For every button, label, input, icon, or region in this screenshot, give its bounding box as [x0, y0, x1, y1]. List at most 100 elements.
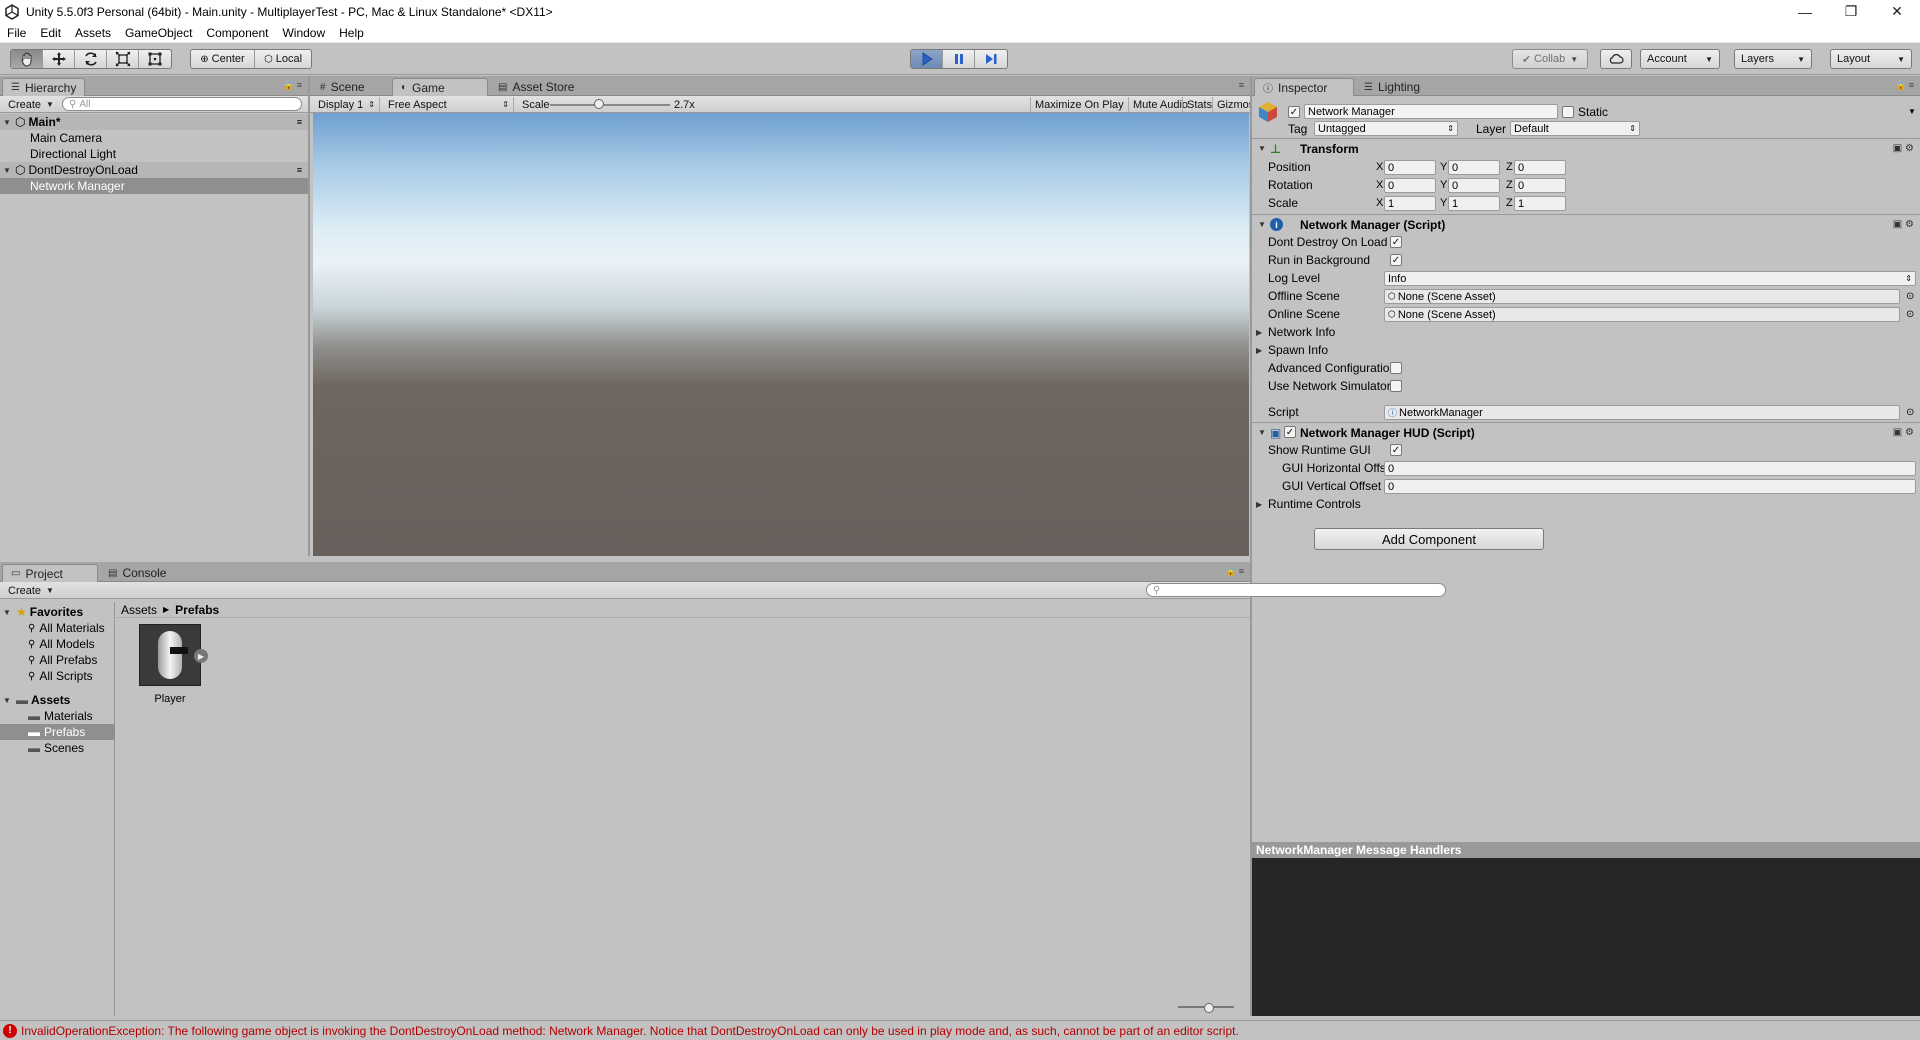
rect-tool-button[interactable] [139, 50, 171, 68]
favorite-item[interactable]: ⚲ All Prefabs [0, 652, 115, 668]
gui-vertical-offset-input[interactable]: 0 [1384, 479, 1916, 494]
hierarchy-search-input[interactable]: ⚲ All [62, 97, 302, 111]
folder-item-selected[interactable]: ▬ Prefabs [0, 724, 115, 740]
tab-console[interactable]: ▤ Console [100, 564, 174, 582]
object-picker-icon[interactable]: ⊙ [1906, 291, 1914, 302]
zoom-slider-knob[interactable] [1204, 1003, 1214, 1013]
pivot-local-button[interactable]: ⬡ Local [255, 50, 311, 68]
tab-hierarchy[interactable]: ☰ Hierarchy [2, 78, 86, 96]
menu-component[interactable]: Component [199, 26, 275, 40]
favorite-item[interactable]: ⚲ All Models [0, 636, 115, 652]
hierarchy-item-selected[interactable]: Network Manager [0, 178, 308, 194]
lock-icon[interactable]: 🔒 ≡ [1225, 566, 1244, 577]
active-checkbox[interactable]: ✓ [1288, 106, 1300, 118]
favorites-header[interactable]: ▼ ★ Favorites [0, 604, 115, 620]
pause-button[interactable] [943, 50, 975, 68]
scene-menu-icon[interactable]: ≡ [297, 165, 302, 175]
folder-item[interactable]: ▬ Scenes [0, 740, 115, 756]
chevron-down-icon[interactable]: ▼ [1908, 107, 1916, 116]
close-button[interactable]: ✕ [1874, 0, 1920, 23]
step-button[interactable] [975, 50, 1007, 68]
tab-scene[interactable]: # Scene [312, 78, 373, 96]
display-dropdown[interactable]: Display 1 ⇕ [314, 97, 380, 112]
scene-menu-icon[interactable]: ≡ [297, 117, 302, 127]
move-tool-button[interactable] [43, 50, 75, 68]
gui-horizontal-offset-input[interactable]: 0 [1384, 461, 1916, 476]
position-x-input[interactable]: 0 [1384, 160, 1436, 175]
component-settings-icon[interactable]: ▣ ⚙ [1893, 143, 1914, 154]
layout-dropdown[interactable]: Layout ▼ [1830, 49, 1912, 69]
menu-gameobject[interactable]: GameObject [118, 26, 199, 40]
breadcrumb-item[interactable]: Prefabs [175, 603, 219, 617]
network-info-foldout[interactable]: ▶ Network Info [1252, 323, 1920, 341]
scale-x-input[interactable]: 1 [1384, 196, 1436, 211]
account-dropdown[interactable]: Account ▼ [1640, 49, 1720, 69]
collab-dropdown[interactable]: ✔ Collab ▼ [1512, 49, 1588, 69]
breadcrumb-item[interactable]: Assets [121, 603, 157, 617]
object-name-input[interactable]: Network Manager [1304, 104, 1558, 119]
maximize-on-play-toggle[interactable]: Maximize On Play [1030, 97, 1128, 112]
maximize-button[interactable]: ❐ [1828, 0, 1874, 23]
menu-edit[interactable]: Edit [33, 26, 68, 40]
scale-tool-button[interactable] [107, 50, 139, 68]
component-settings-icon[interactable]: ▣ ⚙ [1893, 219, 1914, 230]
pivot-center-button[interactable]: ⊕ Center [191, 50, 255, 68]
scene-row-dontdestroyonload[interactable]: ▼ ⬡ DontDestroyOnLoad ≡ [0, 162, 308, 178]
menu-file[interactable]: File [0, 26, 33, 40]
show-runtime-gui-checkbox[interactable]: ✓ [1390, 444, 1402, 456]
favorite-item[interactable]: ⚲ All Scripts [0, 668, 115, 684]
hierarchy-create-button[interactable]: Create ▼ [4, 97, 58, 112]
folder-item[interactable]: ▬ Materials [0, 708, 115, 724]
collab-button[interactable]: ✔ Collab ▼ [1513, 50, 1587, 68]
position-z-input[interactable]: 0 [1514, 160, 1566, 175]
scale-slider-knob[interactable] [594, 99, 605, 109]
offline-scene-field[interactable]: ⬡ None (Scene Asset) [1384, 289, 1900, 304]
menu-window[interactable]: Window [275, 26, 332, 40]
hierarchy-item[interactable]: Directional Light [0, 146, 308, 162]
assets-header[interactable]: ▼ ▬ Assets [0, 692, 115, 708]
object-picker-icon[interactable]: ⊙ [1906, 407, 1914, 418]
menu-assets[interactable]: Assets [68, 26, 118, 40]
spawn-info-foldout[interactable]: ▶ Spawn Info [1252, 341, 1920, 359]
project-search-input[interactable]: ⚲ [1146, 583, 1446, 597]
tab-inspector[interactable]: ⓘ Inspector [1254, 78, 1354, 96]
rotation-z-input[interactable]: 0 [1514, 178, 1566, 193]
asset-tile[interactable]: ▶ Player [130, 624, 210, 705]
minimize-button[interactable]: — [1782, 0, 1828, 23]
runtime-controls-foldout[interactable]: ▶ Runtime Controls [1252, 495, 1920, 513]
hierarchy-item[interactable]: Main Camera [0, 130, 308, 146]
gizmos-dropdown[interactable]: Gizmos [1212, 97, 1254, 112]
rotation-y-input[interactable]: 0 [1448, 178, 1500, 193]
scale-y-input[interactable]: 1 [1448, 196, 1500, 211]
rotate-tool-button[interactable] [75, 50, 107, 68]
message-handlers-header[interactable]: NetworkManager Message Handlers [1252, 842, 1920, 858]
menu-icon[interactable]: ≡ [1239, 80, 1244, 90]
tab-game[interactable]: ◐ Game [392, 78, 488, 96]
stats-toggle[interactable]: Stats [1182, 97, 1216, 112]
hud-enabled-checkbox[interactable]: ✓ [1284, 426, 1296, 438]
tab-project[interactable]: ▭ Project [2, 564, 98, 582]
online-scene-field[interactable]: ⬡ None (Scene Asset) [1384, 307, 1900, 322]
account-button[interactable]: Account ▼ [1641, 50, 1719, 68]
tag-dropdown[interactable]: Untagged ⇕ [1314, 121, 1458, 136]
cloud-button[interactable] [1601, 50, 1631, 68]
static-checkbox[interactable] [1562, 106, 1574, 118]
scene-row-main[interactable]: ▼ ⬡ Main* ≡ [0, 114, 308, 130]
lock-icon[interactable]: 🔒 ≡ [283, 80, 302, 91]
layer-dropdown[interactable]: Default ⇕ [1510, 121, 1640, 136]
component-settings-icon[interactable]: ▣ ⚙ [1893, 427, 1914, 438]
object-picker-icon[interactable]: ⊙ [1906, 309, 1914, 320]
network-simulator-checkbox[interactable] [1390, 380, 1402, 392]
run-in-background-checkbox[interactable]: ✓ [1390, 254, 1402, 266]
transform-header[interactable]: ▼ ⊥ Transform ▣ ⚙ [1252, 138, 1920, 158]
layers-dropdown[interactable]: Layers ▼ [1734, 49, 1812, 69]
script-field[interactable]: ⓘ NetworkManager [1384, 405, 1900, 420]
project-create-button[interactable]: Create ▼ [4, 583, 58, 598]
play-button[interactable] [911, 50, 943, 68]
menu-help[interactable]: Help [332, 26, 371, 40]
layers-button[interactable]: Layers ▼ [1735, 50, 1811, 68]
layout-button[interactable]: Layout ▼ [1831, 50, 1911, 68]
game-render-area[interactable] [313, 113, 1249, 556]
scale-z-input[interactable]: 1 [1514, 196, 1566, 211]
scale-slider[interactable] [550, 104, 670, 106]
